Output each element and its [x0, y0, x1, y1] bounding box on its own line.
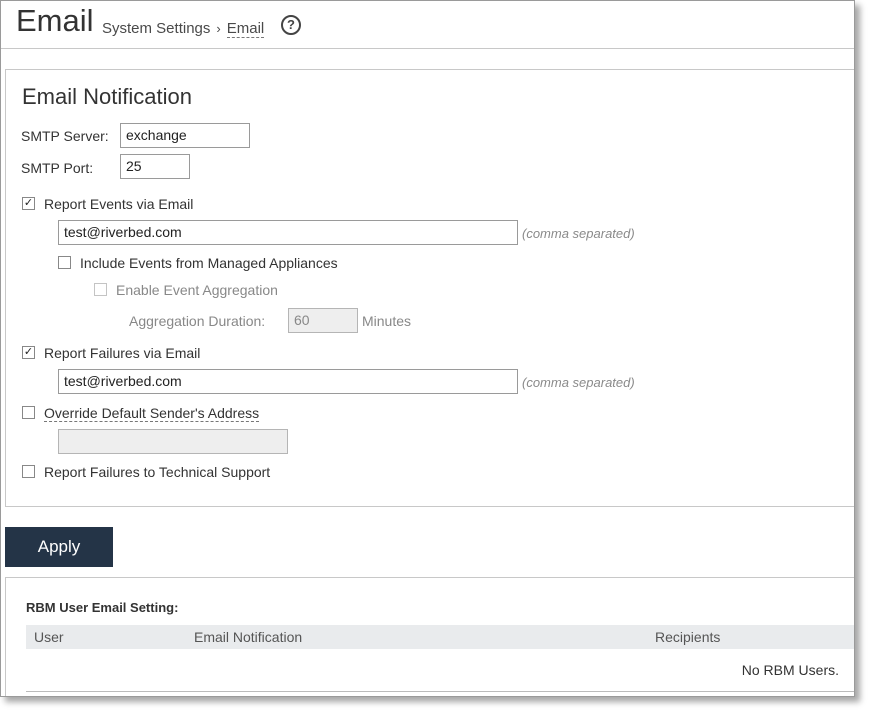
section-title: Email Notification: [22, 84, 192, 109]
report-events-checkbox[interactable]: ✓: [22, 197, 35, 210]
rbm-title: RBM User Email Setting:: [26, 600, 179, 615]
apply-button[interactable]: Apply: [5, 527, 113, 567]
aggregation-duration-label: Aggregation Duration:: [129, 313, 266, 329]
aggregation-duration-unit: Minutes: [362, 313, 412, 329]
report-events-hint: (comma separated): [522, 226, 635, 241]
page-header: Email System Settings › Email ?: [1, 1, 854, 49]
column-user[interactable]: User: [34, 629, 64, 645]
column-email-notification[interactable]: Email Notification: [194, 629, 302, 645]
rbm-table-header: User Email Notification Recipients: [26, 625, 854, 649]
override-sender-label: Override Default Sender's Address: [44, 405, 260, 422]
enable-aggregation-label: Enable Event Aggregation: [116, 282, 278, 298]
report-tech-support-checkbox[interactable]: [22, 465, 35, 478]
breadcrumb-separator: ›: [216, 21, 221, 36]
rbm-user-email-panel: RBM User Email Setting: User Email Notif…: [5, 577, 854, 696]
include-managed-label: Include Events from Managed Appliances: [80, 255, 338, 271]
rbm-empty-text: No RBM Users.: [741, 662, 839, 678]
breadcrumb-current[interactable]: Email: [226, 20, 265, 38]
help-icon[interactable]: ?: [281, 15, 301, 35]
report-failures-hint: (comma separated): [522, 375, 635, 390]
breadcrumb: System Settings › Email: [102, 20, 265, 38]
override-sender-checkbox[interactable]: [22, 406, 35, 419]
report-tech-support-label: Report Failures to Technical Support: [44, 464, 271, 480]
column-recipients[interactable]: Recipients: [655, 629, 720, 645]
email-settings-window: Email System Settings › Email ? Email Noti…: [0, 0, 855, 697]
breadcrumb-parent[interactable]: System Settings: [102, 20, 210, 37]
include-managed-checkbox[interactable]: [58, 256, 71, 269]
enable-aggregation-checkbox[interactable]: [94, 283, 107, 296]
smtp-port-input[interactable]: 25: [120, 154, 190, 179]
email-notification-panel: Email Notification SMTP Server: exchange…: [5, 69, 854, 507]
report-failures-label: Report Failures via Email: [44, 345, 201, 361]
page-title: Email: [16, 3, 94, 38]
report-events-label: Report Events via Email: [44, 196, 194, 212]
smtp-server-input[interactable]: exchange: [120, 123, 250, 148]
smtp-port-label: SMTP Port:: [21, 160, 94, 176]
override-sender-input[interactable]: [58, 429, 288, 454]
report-failures-checkbox[interactable]: ✓: [22, 346, 35, 359]
report-failures-recipients-input[interactable]: test@riverbed.com: [58, 369, 518, 394]
smtp-server-label: SMTP Server:: [21, 128, 109, 144]
table-bottom-border: [26, 691, 854, 692]
report-events-recipients-input[interactable]: test@riverbed.com: [58, 220, 518, 245]
aggregation-duration-input[interactable]: 60: [288, 308, 358, 333]
